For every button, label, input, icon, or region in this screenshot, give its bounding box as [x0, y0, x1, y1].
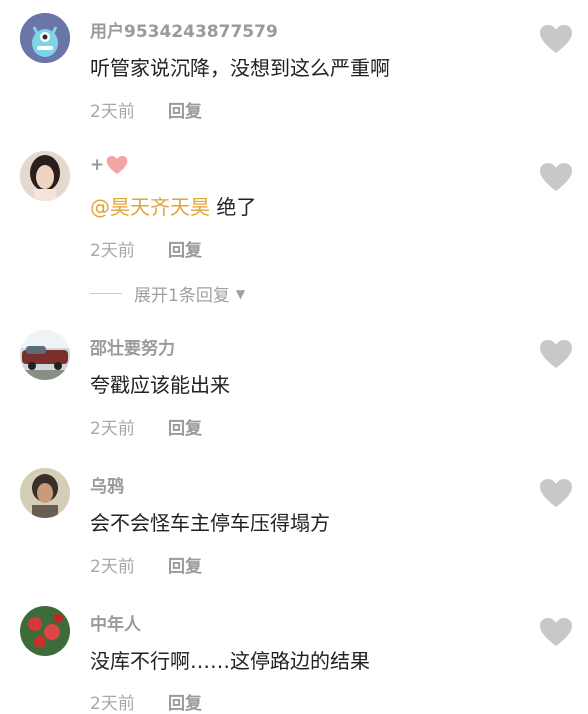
user-photo-icon	[20, 151, 70, 201]
reply-button[interactable]: 回复	[168, 414, 202, 439]
car-photo-icon	[20, 330, 70, 380]
comment-time: 2天前	[90, 419, 135, 439]
mention-link[interactable]: @昊天齐天昊	[90, 195, 210, 219]
expand-replies-label: 展开1条回复	[134, 286, 230, 306]
reply-button[interactable]: 回复	[168, 236, 202, 261]
divider-line	[90, 293, 122, 294]
username-text: +	[90, 155, 105, 175]
avatar[interactable]	[20, 151, 70, 201]
reply-button[interactable]: 回复	[168, 552, 202, 577]
heart-icon[interactable]	[539, 478, 573, 508]
username[interactable]: 用户9534243877579	[90, 17, 278, 42]
comment-text: @昊天齐天昊 绝了	[90, 191, 256, 220]
avatar[interactable]	[20, 468, 70, 518]
comment-text: 夸戳应该能出来	[90, 373, 230, 397]
flower-photo-icon	[20, 606, 70, 656]
expand-replies-button[interactable]: 展开1条回复 ▼	[90, 281, 245, 306]
reply-button[interactable]: 回复	[168, 97, 202, 122]
heart-emoji-icon	[106, 155, 128, 175]
comment-time: 2天前	[90, 694, 135, 714]
username[interactable]: 邵壮要努力	[90, 334, 175, 359]
comment-time: 2天前	[90, 241, 135, 261]
username[interactable]: 乌鸦	[90, 472, 124, 497]
avatar[interactable]	[20, 606, 70, 656]
comment-time: 2天前	[90, 102, 135, 122]
comment-text: 听管家说沉降，没想到这么严重啊	[90, 56, 390, 80]
avatar[interactable]	[20, 13, 70, 63]
heart-icon[interactable]	[539, 24, 573, 54]
user-photo-icon	[20, 468, 70, 518]
heart-icon[interactable]	[539, 617, 573, 647]
reply-button[interactable]: 回复	[168, 689, 202, 714]
monster-avatar-icon	[20, 13, 70, 63]
comment-text: 会不会怪车主停车压得塌方	[90, 511, 330, 535]
caret-down-icon: ▼	[235, 286, 246, 301]
username[interactable]: +	[90, 155, 128, 175]
comment-time: 2天前	[90, 557, 135, 577]
avatar[interactable]	[20, 330, 70, 380]
heart-icon[interactable]	[539, 162, 573, 192]
heart-icon[interactable]	[539, 339, 573, 369]
comment-body: 绝了	[210, 195, 257, 219]
comment-text: 没库不行啊……这停路边的结果	[90, 649, 370, 673]
username[interactable]: 中年人	[90, 610, 141, 635]
